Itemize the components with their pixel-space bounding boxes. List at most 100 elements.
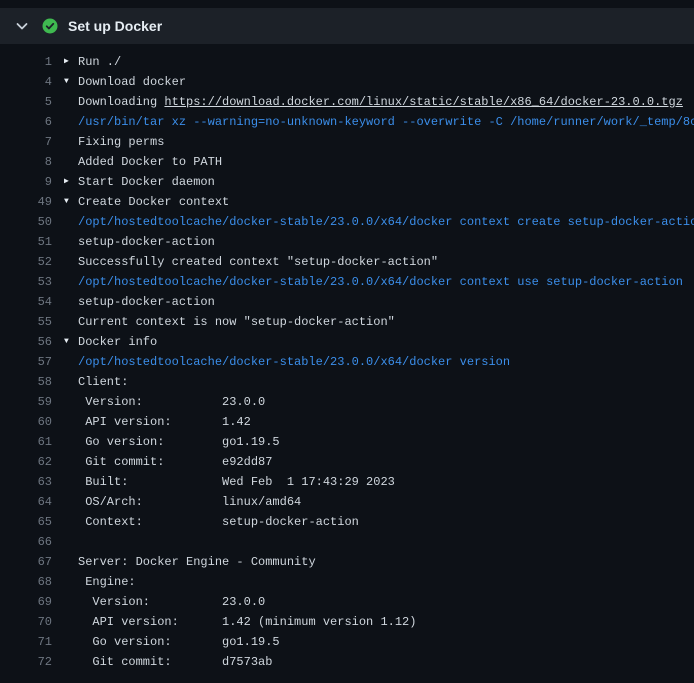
log-line-content: /opt/hostedtoolcache/docker-stable/23.0.… bbox=[64, 352, 694, 372]
line-number[interactable]: 64 bbox=[16, 492, 52, 512]
log-line: 5 Downloading https://download.docker.com… bbox=[0, 92, 694, 112]
log-line: 65 Context: setup-docker-action bbox=[0, 512, 694, 532]
log-line: 50/opt/hostedtoolcache/docker-stable/23.… bbox=[0, 212, 694, 232]
log-line: 67 Server: Docker Engine - Community bbox=[0, 552, 694, 572]
log-line: 58 Client: bbox=[0, 372, 694, 392]
log-line: 59 Version: 23.0.0 bbox=[0, 392, 694, 412]
line-number[interactable]: 69 bbox=[16, 592, 52, 612]
line-number[interactable]: 67 bbox=[16, 552, 52, 572]
line-number[interactable]: 51 bbox=[16, 232, 52, 252]
log-line-content: Added Docker to PATH bbox=[64, 152, 694, 172]
line-number[interactable]: 63 bbox=[16, 472, 52, 492]
group-collapse-arrow-icon[interactable]: ▼ bbox=[64, 192, 78, 212]
log-line: 69 Version: 23.0.0 bbox=[0, 592, 694, 612]
line-number[interactable]: 60 bbox=[16, 412, 52, 432]
group-title[interactable]: Docker info bbox=[78, 335, 157, 349]
group-title[interactable]: Start Docker daemon bbox=[78, 175, 215, 189]
log-text: Successfully created context "setup-dock… bbox=[78, 255, 438, 269]
log-line-content: ▶Start Docker daemon bbox=[64, 172, 694, 192]
log-line: 49 ▼Create Docker context bbox=[0, 192, 694, 212]
group-expand-arrow-icon[interactable]: ▶ bbox=[64, 172, 78, 192]
log-line-content: Go version: go1.19.5 bbox=[64, 432, 694, 452]
log-line-content bbox=[64, 532, 694, 552]
line-number[interactable]: 61 bbox=[16, 432, 52, 452]
log-line-content: /opt/hostedtoolcache/docker-stable/23.0.… bbox=[64, 272, 694, 292]
line-number[interactable]: 53 bbox=[16, 272, 52, 292]
line-number[interactable]: 59 bbox=[16, 392, 52, 412]
log-line: 51setup-docker-action bbox=[0, 232, 694, 252]
log-text: API version: 1.42 bbox=[78, 415, 251, 429]
line-number[interactable]: 6 bbox=[16, 112, 52, 132]
log-line: 7 Fixing perms bbox=[0, 132, 694, 152]
group-collapse-arrow-icon[interactable]: ▼ bbox=[64, 72, 78, 92]
log-line: 9 ▶Start Docker daemon bbox=[0, 172, 694, 192]
line-number[interactable]: 9 bbox=[16, 172, 52, 192]
log-line: 68 Engine: bbox=[0, 572, 694, 592]
step-title[interactable]: Set up Docker bbox=[68, 18, 162, 34]
line-number[interactable]: 55 bbox=[16, 312, 52, 332]
line-number[interactable]: 49 bbox=[16, 192, 52, 212]
log-line-content: Server: Docker Engine - Community bbox=[64, 552, 694, 572]
group-title[interactable]: Create Docker context bbox=[78, 195, 229, 209]
line-number[interactable]: 52 bbox=[16, 252, 52, 272]
log-line: 57/opt/hostedtoolcache/docker-stable/23.… bbox=[0, 352, 694, 372]
log-text: Git commit: d7573ab bbox=[78, 655, 272, 669]
log-text: Added Docker to PATH bbox=[78, 155, 222, 169]
command-text: /usr/bin/tar xz --warning=no-unknown-key… bbox=[78, 115, 694, 129]
log-container: 1▶Run ./4▼Download docker5Downloading ht… bbox=[0, 44, 694, 672]
line-number[interactable]: 54 bbox=[16, 292, 52, 312]
log-line-content: Version: 23.0.0 bbox=[64, 592, 694, 612]
line-number[interactable]: 70 bbox=[16, 612, 52, 632]
log-text: Git commit: e92dd87 bbox=[78, 455, 272, 469]
log-line-content: Built: Wed Feb 1 17:43:29 2023 bbox=[64, 472, 694, 492]
log-line-content: /usr/bin/tar xz --warning=no-unknown-key… bbox=[64, 112, 694, 132]
line-number[interactable]: 65 bbox=[16, 512, 52, 532]
group-title[interactable]: Run ./ bbox=[78, 55, 121, 69]
log-line-content: Current context is now "setup-docker-act… bbox=[64, 312, 694, 332]
line-number[interactable]: 71 bbox=[16, 632, 52, 652]
line-number[interactable]: 58 bbox=[16, 372, 52, 392]
log-text: Current context is now "setup-docker-act… bbox=[78, 315, 395, 329]
chevron-down-icon[interactable] bbox=[14, 18, 30, 34]
line-number[interactable]: 4 bbox=[16, 72, 52, 92]
log-text: Fixing perms bbox=[78, 135, 164, 149]
line-number[interactable]: 50 bbox=[16, 212, 52, 232]
log-line-content: Client: bbox=[64, 372, 694, 392]
log-line: 1 ▶Run ./ bbox=[0, 52, 694, 72]
line-number[interactable]: 62 bbox=[16, 452, 52, 472]
log-line-content: Version: 23.0.0 bbox=[64, 392, 694, 412]
line-number[interactable]: 5 bbox=[16, 92, 52, 112]
line-number[interactable]: 56 bbox=[16, 332, 52, 352]
log-line-content: ▼Docker info bbox=[64, 332, 694, 352]
line-number[interactable]: 7 bbox=[16, 132, 52, 152]
line-number[interactable]: 66 bbox=[16, 532, 52, 552]
command-text: /opt/hostedtoolcache/docker-stable/23.0.… bbox=[78, 355, 510, 369]
group-title[interactable]: Download docker bbox=[78, 75, 186, 89]
log-line-content: setup-docker-action bbox=[64, 292, 694, 312]
line-number[interactable]: 72 bbox=[16, 652, 52, 672]
line-number[interactable]: 68 bbox=[16, 572, 52, 592]
log-line: 62 Git commit: e92dd87 bbox=[0, 452, 694, 472]
line-number[interactable]: 57 bbox=[16, 352, 52, 372]
log-line: 63 Built: Wed Feb 1 17:43:29 2023 bbox=[0, 472, 694, 492]
line-number[interactable]: 1 bbox=[16, 52, 52, 72]
log-text: Version: 23.0.0 bbox=[78, 595, 265, 609]
line-number[interactable]: 8 bbox=[16, 152, 52, 172]
log-line: 64 OS/Arch: linux/amd64 bbox=[0, 492, 694, 512]
log-line-content: Git commit: e92dd87 bbox=[64, 452, 694, 472]
step-header[interactable]: Set up Docker bbox=[0, 8, 694, 44]
log-line-content: Fixing perms bbox=[64, 132, 694, 152]
log-text: Server: Docker Engine - Community bbox=[78, 555, 316, 569]
log-text: Client: bbox=[78, 375, 128, 389]
log-line: 60 API version: 1.42 bbox=[0, 412, 694, 432]
group-expand-arrow-icon[interactable]: ▶ bbox=[64, 52, 78, 72]
download-url-link[interactable]: https://download.docker.com/linux/static… bbox=[164, 95, 682, 109]
log-line: 55 Current context is now "setup-docker-a… bbox=[0, 312, 694, 332]
group-collapse-arrow-icon[interactable]: ▼ bbox=[64, 332, 78, 352]
log-line: 71 Go version: go1.19.5 bbox=[0, 632, 694, 652]
log-line-content: Downloading https://download.docker.com/… bbox=[64, 92, 694, 112]
log-line: 72 Git commit: d7573ab bbox=[0, 652, 694, 672]
log-text: Built: Wed Feb 1 17:43:29 2023 bbox=[78, 475, 395, 489]
log-line-content: Git commit: d7573ab bbox=[64, 652, 694, 672]
log-line-content: Context: setup-docker-action bbox=[64, 512, 694, 532]
